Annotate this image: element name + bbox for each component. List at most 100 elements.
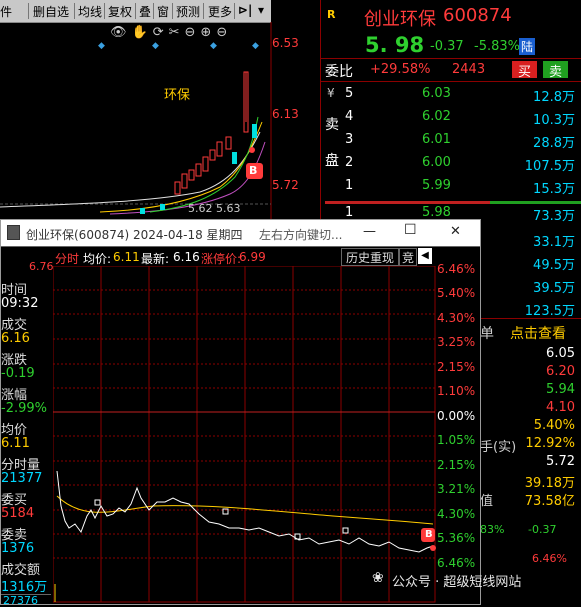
limit-label: 涨停价: (201, 252, 242, 266)
latest-label: 最新: (141, 252, 170, 266)
pct-label: 5.40% (437, 286, 476, 300)
maximize-button[interactable]: ☐ (404, 222, 417, 238)
info-value-time: 09:32 (1, 296, 39, 311)
weibi-value: +29.58% (370, 62, 431, 77)
pct-label: 2.15% (437, 458, 476, 472)
info-value-ask: 1376 (1, 541, 35, 556)
kline-price-low: 5.72 (272, 178, 299, 192)
stock-change-pct: -5.83% (474, 39, 520, 54)
pct-label: 0.00% (437, 409, 476, 423)
kline-chart (0, 22, 272, 222)
stat-label-partial: 手(实) (480, 440, 517, 455)
bid-vol: 49.5万 (533, 258, 575, 273)
info-value-vol: 21377 (1, 471, 43, 486)
stat-value: 6.05 (546, 346, 575, 361)
bid-vol: 33.1万 (533, 235, 575, 250)
weicha-value: 2443 (452, 62, 486, 77)
stock-name: 创业环保 (364, 9, 436, 30)
toolbar-item-remove-watch[interactable]: 删自选 (33, 3, 69, 20)
bottom-red-pct: 6.46% (532, 552, 567, 565)
toolbar-item-window[interactable]: 窗 (157, 3, 169, 20)
bottom-pct: 83% (480, 523, 505, 536)
buy-button[interactable]: 买 (512, 61, 537, 80)
toolbar-item-ma[interactable]: 均线 (78, 3, 102, 20)
collapse-icon[interactable]: ◀ (418, 248, 432, 264)
ask-row: 4 6.02 10.3万 (345, 109, 575, 128)
ask-row: 2 6.00 107.5万 (345, 155, 575, 174)
info-value-change-pct: -2.99% (1, 401, 47, 416)
chart-toolbar: 件 删自选 均线 复权 叠 窗 预测 更多 ⊳| ▾ (0, 0, 271, 23)
market-badge: 陆 (519, 38, 536, 55)
intraday-b-marker: B (425, 529, 433, 540)
bid-vol: 39.5万 (533, 281, 575, 296)
stat-value: 39.18万 (524, 476, 575, 491)
info-value-avg: 6.11 (1, 436, 30, 451)
intraday-popup-window: 创业环保(600874) 2024-04-18 星期四 左右方向键切... — … (0, 219, 481, 607)
avg-label: 均价: (83, 252, 112, 266)
stock-change: -0.37 (430, 39, 464, 54)
play-icon[interactable]: ⊳| (238, 3, 252, 17)
pct-label: 1.10% (437, 384, 476, 398)
stat-value: 5.40% (533, 418, 575, 433)
pct-label: 4.30% (437, 311, 476, 325)
history-replay-button[interactable]: 历史重现 (341, 248, 399, 266)
popup-titlebar[interactable]: 创业环保(600874) 2024-04-18 星期四 左右方向键切... — … (1, 220, 480, 246)
ask-bid-bar-green (490, 201, 581, 204)
ask-row: 5 6.03 12.8万 (345, 86, 575, 105)
click-view-link[interactable]: 点击查看 (510, 323, 566, 343)
kline-price-high: 6.53 (272, 36, 299, 50)
info-value-bid: 5184 (1, 506, 35, 521)
bottom-volume: 27376 (3, 594, 38, 607)
time-tab[interactable]: 分时 (55, 250, 79, 267)
toolbar-item-more[interactable]: 更多 (208, 3, 232, 20)
toolbar-item-adjust[interactable]: 复权 (108, 3, 132, 20)
stat-value: 6.20 (546, 364, 575, 379)
stat-value: 4.10 (546, 400, 575, 415)
limit-value: 6.99 (239, 250, 266, 264)
pct-label: 5.36% (437, 531, 476, 545)
pct-label: 3.25% (437, 335, 476, 349)
info-value-amount: 1316万 (1, 580, 48, 595)
ma-readout: 5.62 5.63 (188, 202, 241, 215)
ask-row: 1 5.99 15.3万 (345, 178, 575, 197)
sell-button[interactable]: 卖 (543, 61, 568, 80)
avg-value: 6.11 (113, 250, 140, 264)
bottom-change: -0.37 (528, 523, 557, 536)
toolbar-item-forecast[interactable]: 预测 (176, 3, 200, 20)
pct-label: 6.46% (437, 556, 476, 570)
dropdown-icon[interactable]: ▾ (258, 3, 264, 17)
stat-value: 73.58亿 (524, 494, 575, 509)
info-value-change: -0.19 (1, 366, 35, 381)
pct-label: 1.05% (437, 433, 476, 447)
toolbar-item-overlay[interactable]: 叠 (139, 3, 151, 20)
stock-logo-icon: R (327, 8, 336, 21)
pct-label: 6.46% (437, 262, 476, 276)
weibi-label: 委比 (325, 64, 353, 80)
pct-label: 2.15% (437, 360, 476, 374)
tab-partial[interactable]: 单 (480, 323, 494, 343)
stock-code: 600874 (443, 5, 512, 26)
pct-label: 3.21% (437, 482, 476, 496)
stat-value: 5.94 (546, 382, 575, 397)
intraday-chart (53, 266, 436, 603)
popup-title-hint: 左右方向键切... (259, 228, 343, 242)
bid-vol: 123.5万 (524, 304, 575, 319)
auction-button[interactable]: 竞 (399, 248, 417, 266)
toolbar-item-doc[interactable]: 件 (0, 3, 12, 20)
info-value-deal: 6.16 (1, 331, 30, 346)
ask-bid-bar-red (325, 201, 490, 204)
ask-row: 3 6.01 28.8万 (345, 132, 575, 151)
close-button[interactable]: ✕ (450, 224, 461, 239)
watermark-text: 公众号 · 超级短线网站 (392, 575, 522, 590)
sector-label: 环保 (164, 88, 191, 103)
latest-value: 6.16 (173, 250, 200, 264)
wechat-icon: ❀ (372, 570, 384, 586)
stat-value: 5.72 (546, 454, 575, 469)
kline-b-marker: B (249, 164, 258, 177)
intraday-subbar: 分时 均价: 6.11 最新: 6.16 涨停价: 6.99 历史重现 竞 ◀ (1, 247, 480, 266)
popup-title: 创业环保(600874) 2024-04-18 星期四 (26, 228, 243, 242)
stock-price: 5. 98 (365, 33, 425, 57)
minimize-button[interactable]: — (363, 224, 376, 239)
kline-price-mid: 6.13 (272, 107, 299, 121)
window-icon (7, 225, 20, 240)
